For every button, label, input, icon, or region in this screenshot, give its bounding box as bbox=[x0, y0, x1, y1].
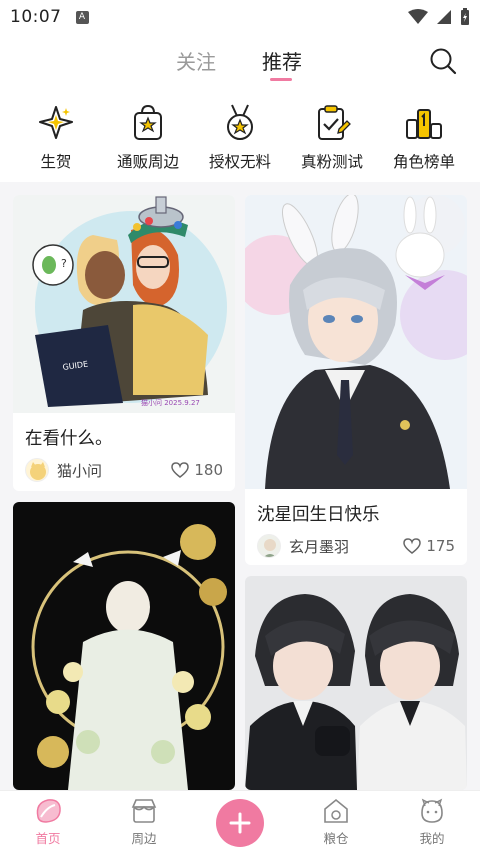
search-icon[interactable] bbox=[428, 46, 458, 76]
category-birthday[interactable]: 生贺 bbox=[12, 90, 100, 182]
artwork-two-characters-reading: GUIDE ? bbox=[32, 196, 227, 407]
category-label: 真粉测试 bbox=[300, 153, 363, 171]
svg-text:?: ? bbox=[61, 257, 67, 270]
category-row: 生贺 通贩周边 授权无料 真粉测试 角色榜单 bbox=[0, 90, 480, 182]
heart-icon bbox=[171, 462, 190, 478]
post-card[interactable] bbox=[13, 502, 235, 790]
bottom-nav: 首页 周边 粮仓 我的 bbox=[0, 790, 480, 853]
active-tab-indicator bbox=[270, 78, 292, 81]
status-bar: 10:07 A bbox=[0, 0, 480, 34]
notification-badge-icon: A bbox=[75, 10, 89, 24]
heart-icon bbox=[403, 538, 422, 554]
category-label: 生贺 bbox=[40, 153, 72, 171]
artwork-watermark: 猫小问 2025.9.27 bbox=[141, 399, 200, 407]
nav-home[interactable]: 首页 bbox=[18, 797, 78, 847]
nav-mine[interactable]: 我的 bbox=[402, 797, 462, 847]
home-palette-icon bbox=[36, 799, 61, 823]
nav-merch[interactable]: 周边 bbox=[114, 797, 174, 847]
star-sparkle-icon bbox=[39, 106, 73, 139]
category-authorized-free[interactable]: 授权无料 bbox=[196, 90, 284, 182]
author-name[interactable]: 玄月墨羽 bbox=[289, 536, 349, 557]
nav-label: 首页 bbox=[35, 831, 61, 846]
post-card[interactable] bbox=[245, 576, 467, 790]
avatar[interactable] bbox=[25, 458, 49, 482]
tab-recommend[interactable]: 推荐 bbox=[262, 46, 302, 75]
artwork-two-dark-haired-characters bbox=[245, 594, 467, 790]
profile-face-icon bbox=[421, 798, 443, 823]
category-label: 角色榜单 bbox=[392, 153, 455, 171]
like-count: 180 bbox=[194, 461, 223, 479]
signal-icon bbox=[437, 10, 451, 24]
author-name[interactable]: 猫小问 bbox=[57, 460, 102, 481]
shop-icon bbox=[131, 799, 157, 823]
post-title: 沈星回生日快乐 bbox=[257, 505, 380, 525]
category-label: 通贩周边 bbox=[116, 153, 179, 171]
nav-label: 粮仓 bbox=[323, 831, 349, 846]
like-count: 175 bbox=[426, 537, 455, 555]
granary-house-icon bbox=[324, 798, 348, 823]
avatar-cat-icon bbox=[30, 462, 46, 480]
like-button[interactable]: 175 bbox=[403, 537, 455, 555]
avatar[interactable] bbox=[257, 534, 281, 558]
clipboard-check-icon bbox=[318, 105, 351, 140]
like-button[interactable]: 180 bbox=[171, 461, 223, 479]
post-title: 在看什么。 bbox=[25, 429, 113, 449]
avatar-character-icon bbox=[263, 539, 277, 557]
category-character-ranking[interactable]: 角色榜单 bbox=[380, 90, 468, 182]
post-image[interactable] bbox=[245, 195, 467, 489]
post-card[interactable]: GUIDE ? 猫小问 2025.9.27 在看什么。 猫小问 180 bbox=[13, 195, 235, 491]
status-time: 10:07 bbox=[10, 7, 62, 27]
top-tab-bar: 关注 推荐 bbox=[0, 34, 480, 90]
nav-label: 我的 bbox=[419, 831, 445, 846]
shopping-bag-star-icon bbox=[134, 104, 162, 140]
post-image[interactable] bbox=[245, 576, 467, 790]
medal-star-icon bbox=[227, 104, 253, 140]
create-post-button[interactable] bbox=[216, 799, 264, 847]
nav-granary[interactable]: 粮仓 bbox=[306, 797, 366, 847]
artwork-silver-haired-character bbox=[245, 195, 467, 489]
category-fan-test[interactable]: 真粉测试 bbox=[288, 90, 376, 182]
podium-icon bbox=[406, 109, 442, 139]
tab-follow[interactable]: 关注 bbox=[176, 46, 216, 75]
category-label: 授权无料 bbox=[208, 153, 271, 171]
post-card[interactable]: 沈星回生日快乐 玄月墨羽 175 bbox=[245, 195, 467, 565]
nav-label: 周边 bbox=[131, 831, 157, 846]
artwork-flower-girl bbox=[31, 524, 227, 790]
post-image[interactable]: GUIDE ? 猫小问 2025.9.27 bbox=[13, 195, 235, 413]
battery-icon bbox=[461, 8, 469, 25]
category-merch[interactable]: 通贩周边 bbox=[104, 90, 192, 182]
plus-icon bbox=[229, 812, 251, 834]
wifi-icon bbox=[408, 9, 428, 24]
post-image[interactable] bbox=[13, 502, 235, 790]
